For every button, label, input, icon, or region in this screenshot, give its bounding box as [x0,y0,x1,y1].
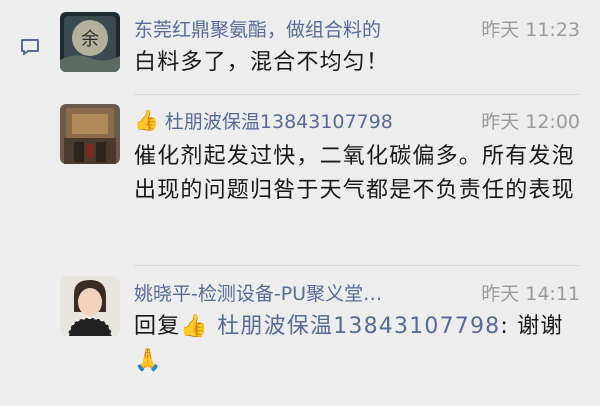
author-name[interactable]: 👍 杜朋波保温13843107798 [134,107,393,134]
comment-item: 👍 杜朋波保温13843107798 昨天 12:00 催化剂起发过快，二氧化碳… [60,104,580,254]
reply-prefix: 回复 [134,314,181,339]
thumbs-up-icon: 👍 [180,314,209,339]
divider [134,94,580,95]
comment-icon[interactable] [20,38,40,56]
avatar[interactable]: 余 [60,12,120,72]
comment-item: 余 东莞红鼎聚氨酯，做组合料的 昨天 11:23 白料多了，混合不均匀！ [60,12,580,82]
timestamp: 昨天 14:11 [481,282,580,305]
pray-icon: 🙏 [134,348,163,373]
comment-header: 👍 杜朋波保温13843107798 昨天 12:00 [134,104,580,136]
avatar[interactable] [60,276,120,336]
comment-header: 东莞红鼎聚氨酯，做组合料的 昨天 11:23 [134,12,580,44]
avatar-char: 余 [81,29,99,50]
author-name[interactable]: 姚晓平-检测设备-PU聚义堂… [134,279,382,306]
avatar[interactable] [60,104,120,164]
reply-to-name[interactable]: 杜朋波保温13843107798 [217,314,500,339]
timestamp: 昨天 11:23 [481,18,580,41]
thumbs-up-icon: 👍 [134,108,159,132]
comment-text: 回复👍 杜朋波保温13843107798: 谢谢 🙏 [134,310,580,378]
comment-item: 姚晓平-检测设备-PU聚义堂… 昨天 14:11 回复👍 杜朋波保温138431… [60,276,580,386]
comment-text: 白料多了，混合不均匀！ [134,50,390,75]
comment-header: 姚晓平-检测设备-PU聚义堂… 昨天 14:11 [134,276,580,308]
timestamp: 昨天 12:00 [481,110,580,133]
comment-text: 催化剂起发过快，二氧化碳偏多。所有发泡出现的问题归咎于天气都是不负责任的表现 [134,144,575,203]
reply-colon: : [500,314,509,339]
reply-text: 谢谢 [517,314,564,339]
author-name[interactable]: 东莞红鼎聚氨酯，做组合料的 [134,15,381,42]
divider [134,265,580,266]
